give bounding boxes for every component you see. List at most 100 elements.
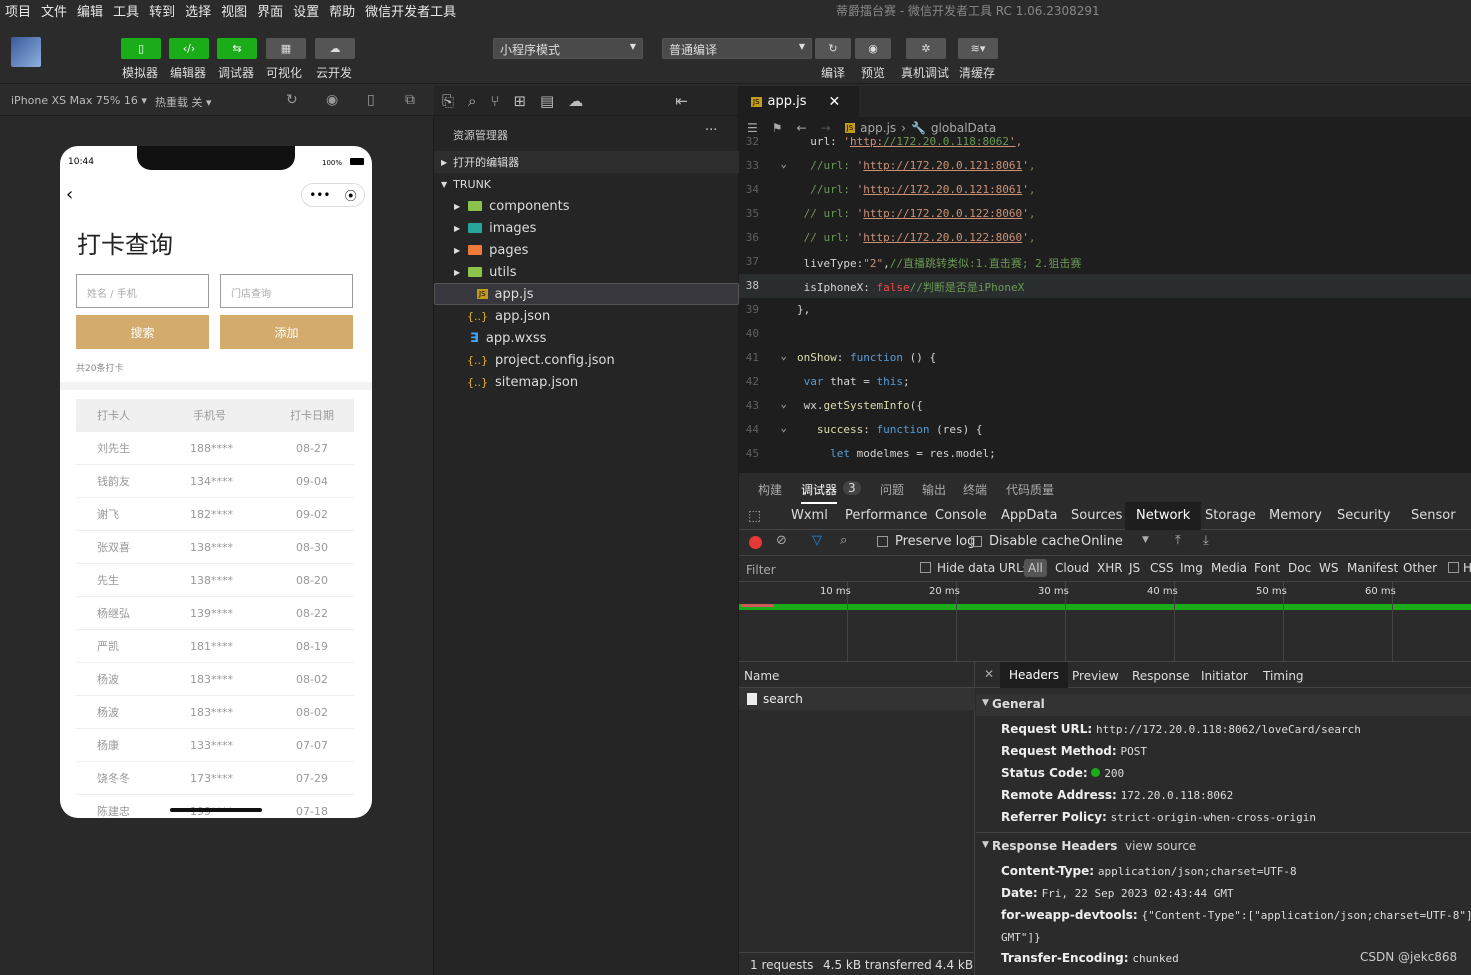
code-line[interactable]: 36 // url: 'http://172.20.0.122:8060', [739, 226, 1471, 250]
files-icon[interactable]: ⎘ [442, 92, 454, 110]
cloud-icon[interactable]: ☁ [568, 92, 583, 110]
tab-performance[interactable]: Performance [845, 502, 927, 530]
disable-cache-checkbox[interactable] [971, 536, 982, 547]
tab-wxml[interactable]: Wxml [791, 502, 828, 530]
open-editors-section[interactable]: ▶ 打开的编辑器 [434, 151, 739, 173]
folder-images[interactable]: ▶ images [434, 217, 739, 239]
download-icon[interactable]: ⤓ [1203, 533, 1209, 548]
table-row[interactable]: 饶冬冬 173**** 07-29 [76, 762, 354, 795]
code-line[interactable]: 45 let modelmes = res.model; [739, 442, 1471, 466]
compile-button[interactable]: ↻ [815, 38, 851, 59]
panel-icon[interactable]: ▤ [540, 92, 554, 110]
type-font[interactable]: Font [1254, 561, 1280, 575]
type-other[interactable]: Other [1403, 561, 1437, 575]
tab-security[interactable]: Security [1337, 502, 1390, 530]
mode-select[interactable]: 小程序模式 ▼ [493, 38, 643, 59]
table-row[interactable]: 杨波 183**** 08-02 [76, 663, 354, 696]
type-cloud[interactable]: Cloud [1055, 561, 1089, 575]
code-line[interactable]: 33 ⌄ //url: 'http://172.20.0.121:8061', [739, 154, 1471, 178]
close-icon[interactable]: ✕ [829, 94, 841, 110]
code-area[interactable]: 32 url: 'http://172.20.0.118:8062', 33 ⌄ /… [739, 134, 1471, 472]
folder-components[interactable]: ▶ components [434, 195, 739, 217]
tab-memory[interactable]: Memory [1269, 502, 1322, 530]
inspect-icon[interactable]: ⬚ [748, 508, 761, 524]
type-img[interactable]: Img [1180, 561, 1203, 575]
tab-sources[interactable]: Sources [1071, 502, 1122, 530]
preview-button[interactable]: ◉ [855, 38, 891, 59]
table-row[interactable]: 刘先生 188**** 08-27 [76, 432, 354, 465]
tab-initiator[interactable]: Initiator [1201, 669, 1248, 683]
refresh-icon[interactable]: ↻ [286, 92, 298, 108]
menu-edit[interactable]: 编辑 [72, 1, 108, 20]
simulator-button[interactable]: ▯ [121, 38, 161, 59]
editor-button[interactable]: ‹/› [169, 38, 209, 59]
search-button[interactable]: 搜索 [76, 315, 209, 349]
name-column-header[interactable]: Name [739, 662, 975, 688]
visual-button[interactable]: ▦ [266, 38, 306, 59]
bookmark-icon[interactable]: ⚑ [772, 121, 783, 135]
code-line[interactable]: 40 [739, 322, 1471, 346]
table-row[interactable]: 杨继弘 139**** 08-22 [76, 597, 354, 630]
menu-tools[interactable]: 工具 [108, 1, 144, 20]
hide-data-urls-checkbox[interactable] [920, 562, 931, 573]
avatar[interactable] [11, 37, 41, 67]
stop-icon[interactable]: ◉ [326, 92, 338, 108]
type-css[interactable]: CSS [1150, 561, 1174, 575]
breadcrumb-symbol[interactable]: globalData [931, 121, 996, 135]
code-line[interactable]: 34 //url: 'http://172.20.0.121:8061', [739, 178, 1471, 202]
tab-appdata[interactable]: AppData [1001, 502, 1057, 530]
table-row[interactable]: 严凯 181**** 08-19 [76, 630, 354, 663]
tab-output[interactable]: 输出 [922, 481, 946, 498]
phone-icon[interactable]: ▯ [367, 92, 375, 108]
search-icon[interactable]: ⌕ [840, 533, 847, 548]
fold-icon[interactable]: ⌄ [767, 397, 787, 410]
table-row[interactable]: 钱韵友 134**** 09-04 [76, 465, 354, 498]
type-doc[interactable]: Doc [1288, 561, 1311, 575]
type-all[interactable]: All [1024, 559, 1047, 577]
table-row[interactable]: 张双喜 138**** 08-30 [76, 531, 354, 564]
store-input[interactable]: 门店查询 [220, 274, 353, 308]
record-icon[interactable] [749, 536, 762, 549]
type-js[interactable]: JS [1129, 561, 1140, 575]
tab-code-quality[interactable]: 代码质量 [1006, 481, 1054, 498]
tab-terminal[interactable]: 终端 [963, 481, 987, 498]
tab-response[interactable]: Response [1132, 669, 1190, 683]
collapse-icon[interactable]: ⇤ [675, 92, 688, 110]
code-line[interactable]: 32 url: 'http://172.20.0.118:8062', [739, 134, 1471, 154]
folder-utils[interactable]: ▶ utils [434, 261, 739, 283]
filter-icon[interactable]: ▽ [812, 533, 822, 548]
cloud-button[interactable]: ☁ [315, 38, 355, 59]
type-manifest[interactable]: Manifest [1347, 561, 1398, 575]
tab-debugger[interactable]: 调试器 [801, 481, 838, 504]
blocked-checkbox[interactable] [1448, 562, 1459, 573]
add-button[interactable]: 添加 [220, 315, 353, 349]
code-line[interactable]: 44 ⌄ success: function (res) { [739, 418, 1471, 442]
code-line[interactable]: 42 var that = this; [739, 370, 1471, 394]
compile-select[interactable]: 普通编译 ▼ [662, 38, 812, 59]
menu-wechat-devtools[interactable]: 微信开发者工具 [360, 1, 461, 20]
request-row[interactable]: search [739, 688, 975, 710]
type-xhr[interactable]: XHR [1097, 561, 1123, 575]
forward-icon[interactable]: → [821, 121, 831, 135]
hotreload-select[interactable]: 热重载 关 ▾ [155, 94, 212, 110]
tab-sensor[interactable]: Sensor [1411, 502, 1456, 530]
general-section[interactable]: ▼ General [976, 694, 1471, 716]
type-ws[interactable]: WS [1319, 561, 1338, 575]
tab-problems[interactable]: 问题 [880, 481, 904, 498]
tab-timing[interactable]: Timing [1263, 669, 1304, 683]
fold-icon[interactable]: ⌄ [767, 349, 787, 362]
popout-icon[interactable]: ⧉ [405, 92, 415, 108]
menu-help[interactable]: 帮助 [324, 1, 360, 20]
menu-project[interactable]: 项目 [0, 1, 36, 20]
tab-app-js[interactable]: JS app.js ✕ [739, 86, 859, 117]
code-line[interactable]: 43 ⌄ wx.getSystemInfo({ [739, 394, 1471, 418]
code-line[interactable]: 39}, [739, 298, 1471, 322]
menu-view[interactable]: 视图 [216, 1, 252, 20]
tab-build[interactable]: 构建 [758, 481, 782, 498]
file-item[interactable]: {..} app.json [434, 305, 739, 327]
view-source-link[interactable]: view source [1125, 839, 1196, 853]
file-item[interactable]: JS app.js [434, 283, 739, 305]
list-icon[interactable]: ☰ [747, 121, 758, 135]
network-overview[interactable]: 10 ms 20 ms 30 ms 40 ms 50 ms 60 ms [739, 582, 1471, 662]
menu-select[interactable]: 选择 [180, 1, 216, 20]
